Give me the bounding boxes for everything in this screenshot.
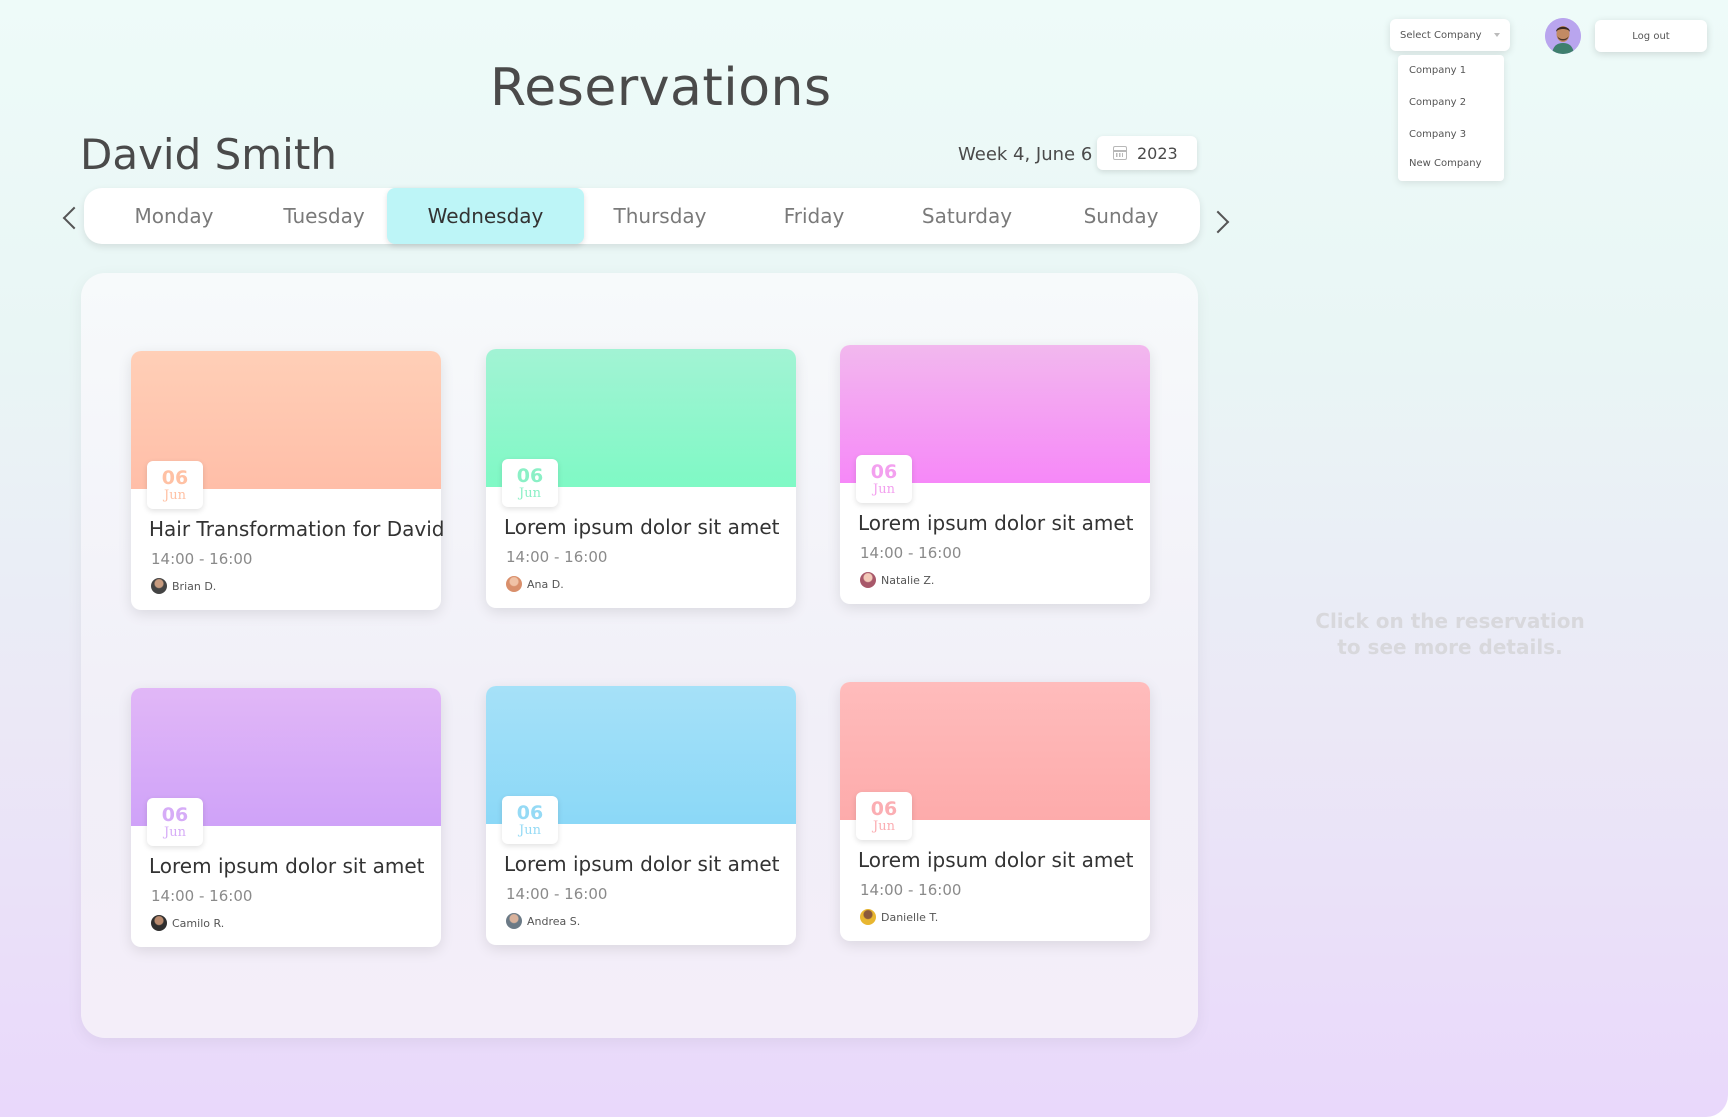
tab-tuesday[interactable]: Tuesday	[254, 188, 394, 244]
reservation-person: Danielle T.	[860, 909, 938, 925]
tab-thursday[interactable]: Thursday	[590, 188, 730, 244]
reservation-person: Natalie Z.	[860, 572, 934, 588]
person-avatar	[860, 909, 876, 925]
previous-week-arrow-icon[interactable]	[62, 206, 86, 230]
user-name: David Smith	[80, 130, 337, 179]
date-badge: 06 Jun	[502, 796, 558, 844]
date-month: Jun	[873, 481, 895, 497]
person-name: Ana D.	[527, 577, 564, 591]
date-day: 06	[516, 801, 544, 824]
user-avatar[interactable]	[1545, 18, 1581, 54]
date-day: 06	[516, 464, 544, 487]
calendar-icon	[1113, 146, 1127, 160]
company-option[interactable]: Company 1	[1409, 65, 1466, 76]
tab-friday[interactable]: Friday	[744, 188, 884, 244]
date-month: Jun	[873, 818, 895, 834]
date-month: Jun	[164, 487, 186, 503]
reservation-time: 14:00 - 16:00	[151, 550, 253, 568]
reservation-time: 14:00 - 16:00	[506, 885, 608, 903]
date-day: 06	[161, 466, 189, 489]
tab-sunday[interactable]: Sunday	[1046, 188, 1196, 244]
date-day: 06	[161, 803, 189, 826]
reservation-card[interactable]: 06 Jun Hair Transformation for David 14:…	[131, 351, 445, 610]
date-month: Jun	[519, 822, 541, 838]
date-badge: 06 Jun	[856, 455, 912, 503]
date-month: Jun	[164, 824, 186, 840]
reservation-person: Brian D.	[151, 578, 216, 594]
chevron-down-icon	[1493, 33, 1500, 37]
reservations-panel: 06 Jun Hair Transformation for David 14:…	[81, 273, 1198, 1038]
year-value: 2023	[1137, 143, 1178, 163]
date-badge: 06 Jun	[502, 459, 558, 507]
avatar-portrait-icon	[1545, 18, 1581, 54]
reservation-card[interactable]: 06 Jun Lorem ipsum dolor sit amet 14:00 …	[840, 682, 1150, 941]
person-avatar	[151, 915, 167, 931]
details-hint: Click on the reservation to see more det…	[1315, 609, 1585, 659]
next-week-arrow-icon[interactable]	[1206, 210, 1230, 234]
reservation-card[interactable]: 06 Jun Lorem ipsum dolor sit amet 14:00 …	[840, 345, 1150, 604]
reservation-title: Lorem ipsum dolor sit amet	[149, 854, 425, 878]
reservation-card[interactable]: 06 Jun Lorem ipsum dolor sit amet 14:00 …	[486, 686, 796, 945]
reservation-card[interactable]: 06 Jun Lorem ipsum dolor sit amet 14:00 …	[131, 688, 441, 947]
tab-saturday[interactable]: Saturday	[892, 188, 1042, 244]
person-name: Natalie Z.	[881, 573, 935, 587]
date-badge: 06 Jun	[147, 798, 203, 846]
company-dropdown-menu: Company 1 Company 2 Company 3 New Compan…	[1398, 55, 1504, 181]
date-day: 06	[870, 460, 898, 483]
company-select[interactable]: Select Company	[1390, 19, 1510, 51]
reservation-person: Camilo R.	[151, 915, 224, 931]
person-avatar	[506, 913, 522, 929]
person-avatar	[506, 576, 522, 592]
date-badge: 06 Jun	[856, 792, 912, 840]
date-day: 06	[870, 797, 898, 820]
reservation-title: Lorem ipsum dolor sit amet	[858, 848, 1134, 872]
date-month: Jun	[519, 485, 541, 501]
person-name: Danielle T.	[881, 910, 939, 924]
person-name: Camilo R.	[172, 916, 225, 930]
days-tab-bar: Monday Tuesday Wednesday Thursday Friday…	[84, 188, 1200, 244]
tab-monday[interactable]: Monday	[104, 188, 244, 244]
page-title: Reservations	[490, 58, 832, 118]
company-select-label: Select Company	[1400, 29, 1482, 41]
reservation-title: Lorem ipsum dolor sit amet	[858, 511, 1134, 535]
person-avatar	[151, 578, 167, 594]
reservation-time: 14:00 - 16:00	[506, 548, 608, 566]
person-avatar	[860, 572, 876, 588]
date-badge: 06 Jun	[147, 461, 203, 509]
company-option[interactable]: Company 2	[1409, 97, 1466, 108]
logout-button[interactable]: Log out	[1595, 20, 1707, 52]
reservation-time: 14:00 - 16:00	[860, 881, 962, 899]
reservation-person: Ana D.	[506, 576, 564, 592]
new-company-option[interactable]: New Company	[1409, 158, 1482, 169]
reservation-card[interactable]: 06 Jun Lorem ipsum dolor sit amet 14:00 …	[486, 349, 796, 608]
tab-wednesday[interactable]: Wednesday	[387, 188, 584, 244]
reservation-title: Lorem ipsum dolor sit amet	[504, 852, 780, 876]
person-name: Andrea S.	[527, 914, 581, 928]
app-root: Reservations David Smith Week 4, June 6 …	[0, 0, 1728, 1117]
week-label: Week 4, June 6	[958, 144, 1093, 165]
reservation-time: 14:00 - 16:00	[151, 887, 253, 905]
reservation-person: Andrea S.	[506, 913, 580, 929]
company-option[interactable]: Company 3	[1409, 129, 1466, 140]
reservation-title: Lorem ipsum dolor sit amet	[504, 515, 780, 539]
reservation-title: Hair Transformation for David	[149, 517, 445, 541]
year-picker[interactable]: 2023	[1097, 136, 1197, 170]
reservation-time: 14:00 - 16:00	[860, 544, 962, 562]
person-name: Brian D.	[172, 579, 217, 593]
